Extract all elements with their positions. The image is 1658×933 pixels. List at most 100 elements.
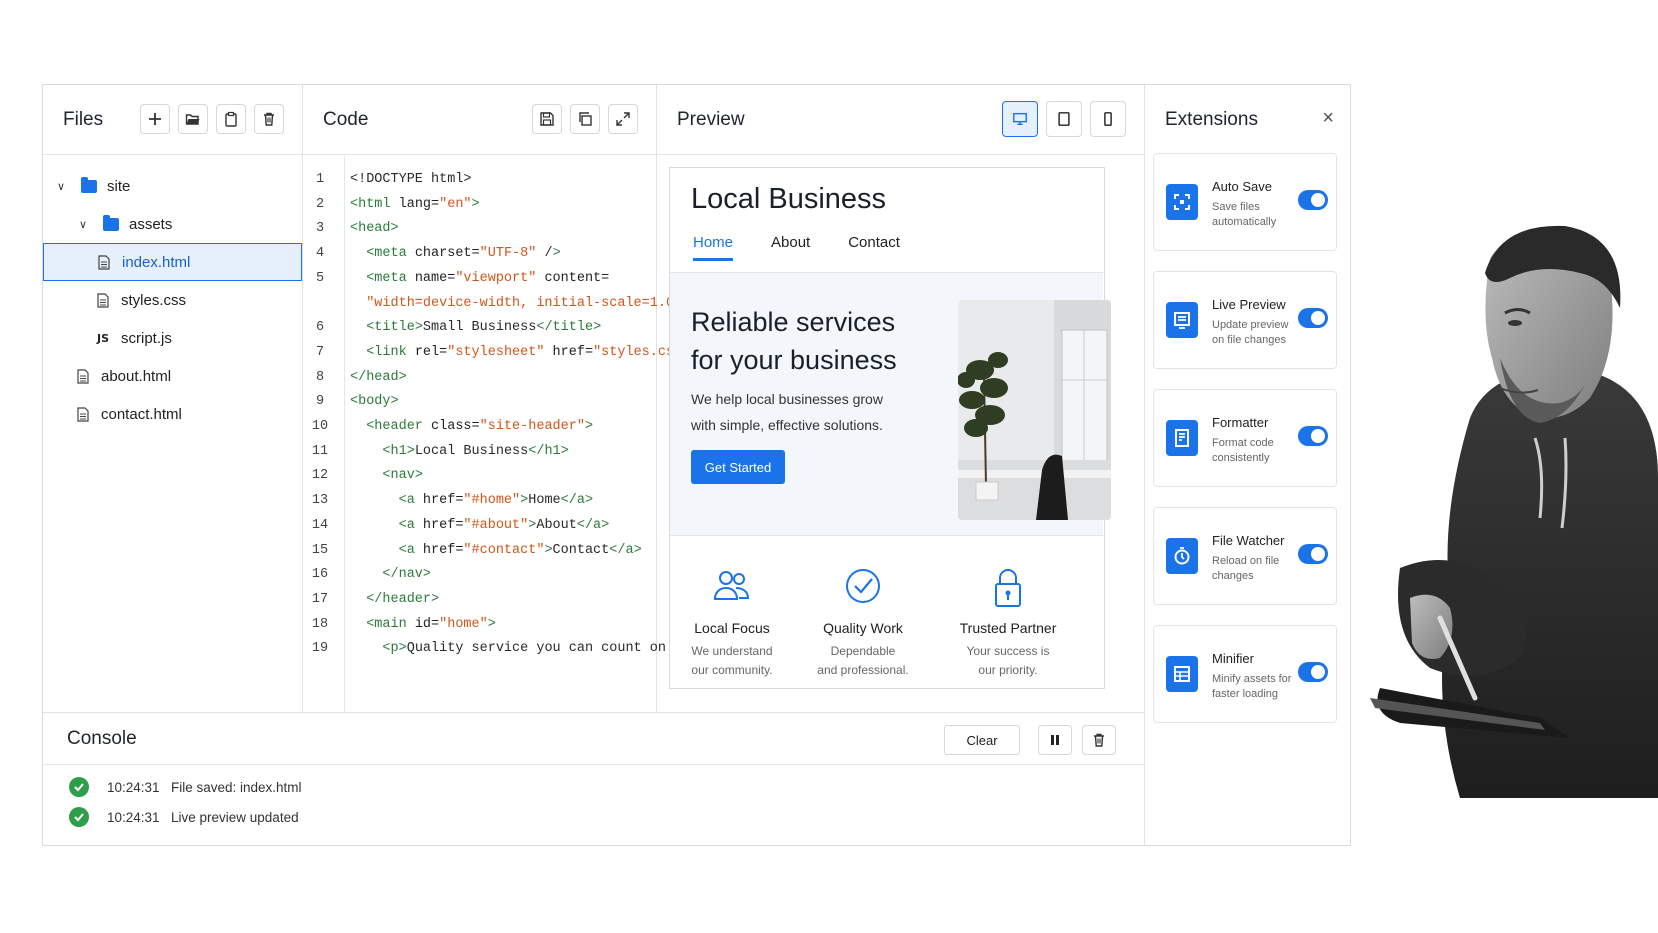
code-line[interactable]: 18 <main id="home"> [303,613,656,637]
code-line[interactable]: 3 <head> [303,217,656,241]
site-preview: Local Business Home About Contact Reliab… [669,167,1111,689]
code-line[interactable]: 1 <!DOCTYPE html> [303,168,656,192]
live-preview-toggle[interactable] [1298,308,1328,328]
code-line[interactable]: 17 </header> [303,588,656,612]
code-editor[interactable]: 1 <!DOCTYPE html> 2 <html lang="en"> 3 <head>… [303,156,715,712]
code-text: <body> [350,394,399,410]
line-number: 19 [311,641,329,657]
line-number: 4 [315,246,325,262]
pause-button[interactable] [1038,725,1072,755]
code-line[interactable]: 6 <title>Small Business</title> [303,316,656,340]
code-line[interactable]: "width=device-width, initial-scale=1.0" … [303,292,706,316]
users-icon [662,566,802,614]
code-line[interactable]: 19 <p>Quality service you can count on.<… [303,637,707,661]
code-line[interactable]: 11 <h1>Local Business</h1> [303,440,656,464]
folder-open-icon [185,114,200,125]
tree-item-about-html[interactable]: about.html [43,357,302,395]
code-text: <p>Quality service you can count on.</p> [382,641,706,657]
tree-item-label: site [107,177,131,195]
line-number: 14 [311,517,329,533]
line-number: 15 [311,542,329,558]
code-line[interactable]: 7 <link rel="stylesheet" href="styles.cs… [303,341,715,365]
line-number: 1 [315,172,325,187]
extension-name: Minifier [1212,651,1254,666]
clipboard-button[interactable] [216,104,246,134]
code-line[interactable]: 16 </nav> [303,563,656,587]
tree-item-styles-css[interactable]: styles.css [43,281,302,319]
save-button[interactable] [532,104,562,134]
preview-header: Preview [657,85,1144,155]
feature-desc: Dependable and professional. [817,644,909,677]
tree-item-contact-html[interactable]: contact.html [43,395,302,433]
delete-file-button[interactable] [254,104,284,134]
code-line[interactable]: 5 <meta name="viewport" content= [303,267,656,291]
code-line[interactable]: 9 <body> [303,390,656,414]
tree-item-index-html[interactable]: index.html [43,243,302,281]
code-text: <title>Small Business</title> [366,320,602,336]
files-header: Files [43,85,302,155]
feature-trusted-partner: Trusted Partner Your success is our prior… [938,566,1078,680]
office-image [958,300,1111,520]
extension-desc: Update preview on file changes [1212,319,1289,346]
expand-button[interactable] [608,104,638,134]
code-panel: Code 1 <!DOCTYPE html> 2 <html lang="en"> 3 <… [303,85,715,712]
code-line[interactable]: 10 <header class="site-header"> [303,415,656,439]
code-text: <a href="#about">About</a> [398,517,610,533]
hero-heading: Reliable services for your business [691,307,897,375]
code-line[interactable]: 4 <meta charset="UTF-8" /> [303,242,656,266]
new-folder-button[interactable] [178,104,208,134]
expand-icon [616,112,630,126]
chevron-down-icon[interactable]: ∨ [79,218,93,231]
copy-icon [579,112,592,126]
line-number: 12 [311,468,329,484]
tablet-view-button[interactable] [1046,101,1082,137]
tree-item-script-js[interactable]: JS script.js [43,319,302,357]
feature-desc: We understand our community. [691,644,773,677]
code-text: <!DOCTYPE html> [350,172,472,187]
formatter-toggle[interactable] [1298,426,1328,446]
extension-formatter: Formatter Format code consistently [1153,389,1337,487]
code-line[interactable]: 2 <html lang="en"> [303,193,656,217]
code-line[interactable]: 13 <a href="#home">Home</a> [303,489,656,513]
line-number: 11 [311,443,329,459]
nav-about[interactable]: About [771,234,810,251]
preview-title: Preview [677,108,745,130]
tree-item-label: index.html [122,253,191,271]
line-number: 17 [311,591,329,607]
tablet-icon [1058,112,1070,126]
code-line[interactable]: 15 <a href="#contact">Contact</a> [303,539,656,563]
nav-contact[interactable]: Contact [848,234,900,251]
file-watcher-icon [1166,538,1198,574]
get-started-button[interactable]: Get Started [691,450,785,484]
code-line[interactable]: 8 </head> [303,366,656,390]
tree-item-assets[interactable]: ∨ assets [43,205,302,243]
code-title: Code [323,108,369,130]
check-circle-icon [793,566,933,614]
copy-button[interactable] [570,104,600,134]
auto-save-toggle[interactable] [1298,190,1328,210]
tree-item-site[interactable]: ∨ site [43,167,302,205]
clear-console-button[interactable] [1082,725,1116,755]
desktop-view-button[interactable] [1002,101,1038,137]
extensions-panel: Extensions × Auto Save Save files automa… [1144,85,1350,845]
mobile-view-button[interactable] [1090,101,1126,137]
monitor-icon [1013,112,1027,126]
code-text: <meta charset="UTF-8" /> [366,246,561,262]
file-watcher-toggle[interactable] [1298,544,1328,564]
new-file-button[interactable] [140,104,170,134]
line-number: 10 [311,419,329,434]
auto-save-icon [1166,184,1198,220]
folder-icon [103,214,119,233]
line-number: 16 [311,567,329,583]
line-number: 5 [315,270,325,286]
close-icon[interactable]: × [1322,107,1334,130]
extension-desc: Reload on file changes [1212,555,1280,582]
nav-home[interactable]: Home [693,234,734,261]
clear-button[interactable]: Clear [944,725,1020,755]
file-icon [95,291,111,309]
chevron-down-icon[interactable]: ∨ [57,180,71,193]
code-header: Code [303,85,656,155]
code-line[interactable]: 14 <a href="#about">About</a> [303,514,656,538]
code-line[interactable]: 12 <nav> [303,464,656,488]
minifier-toggle[interactable] [1298,662,1328,682]
